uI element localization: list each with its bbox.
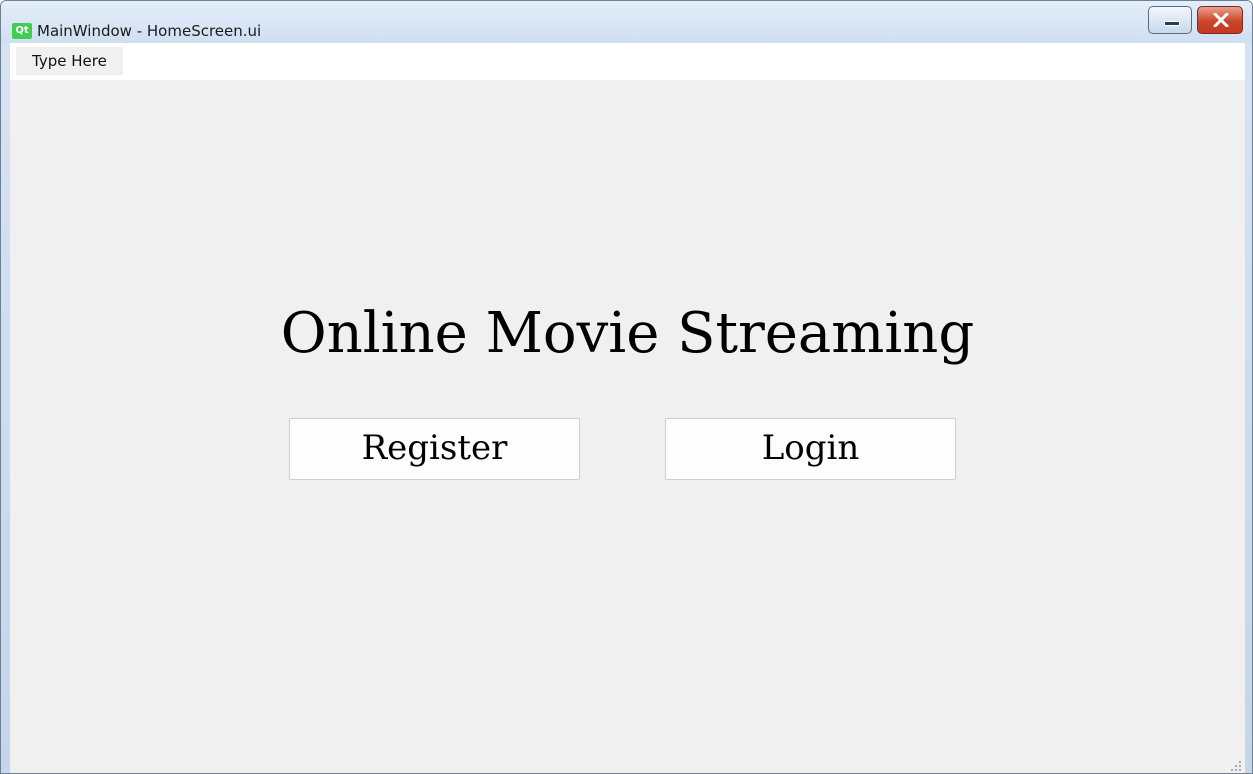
resize-grip-icon[interactable] bbox=[1231, 761, 1241, 771]
minimize-icon bbox=[1164, 21, 1180, 26]
title-bar[interactable]: Qt MainWindow - HomeScreen.ui bbox=[1, 1, 1252, 43]
menu-item-type-here[interactable]: Type Here bbox=[16, 47, 123, 75]
register-button[interactable]: Register bbox=[289, 418, 580, 480]
window-title: MainWindow - HomeScreen.ui bbox=[37, 22, 262, 40]
menu-bar: Type Here bbox=[10, 43, 1245, 80]
login-button[interactable]: Login bbox=[665, 418, 956, 480]
minimize-button[interactable] bbox=[1148, 6, 1192, 34]
central-widget: Type Here Online Movie Streaming Registe… bbox=[10, 43, 1245, 773]
close-button[interactable] bbox=[1197, 6, 1243, 34]
main-window: Qt MainWindow - HomeScreen.ui Type Here … bbox=[0, 0, 1253, 774]
close-icon bbox=[1213, 13, 1229, 27]
page-title: Online Movie Streaming bbox=[280, 301, 975, 366]
qt-app-icon: Qt bbox=[12, 23, 32, 39]
